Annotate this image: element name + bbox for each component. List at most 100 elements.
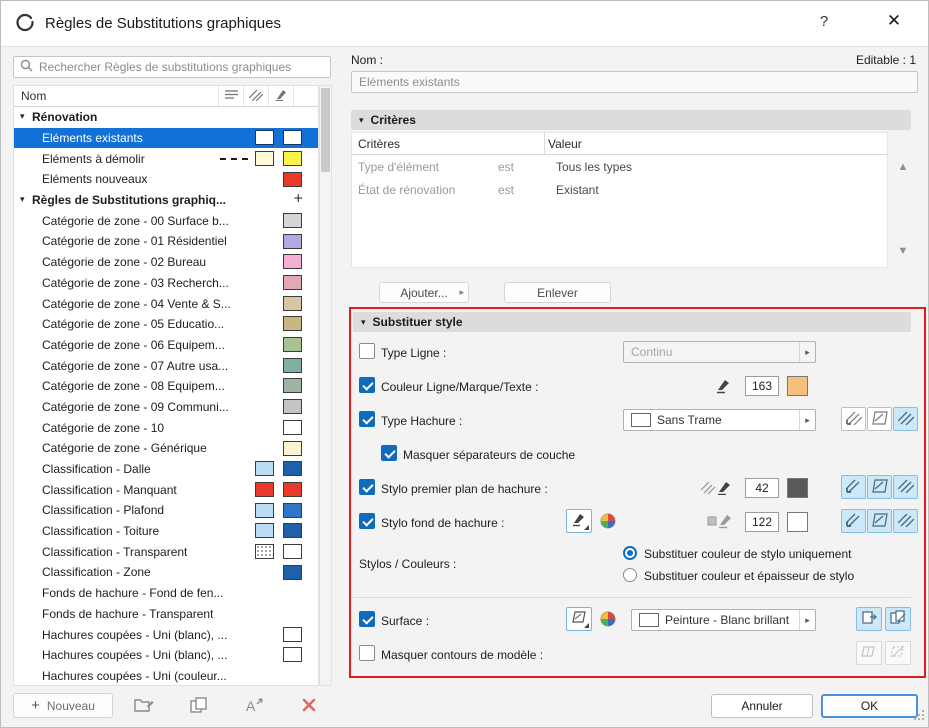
resize-grip[interactable] — [914, 710, 925, 724]
hide-model-contours-checkbox[interactable] — [359, 645, 375, 661]
help-button[interactable]: ? — [814, 13, 834, 30]
column-separator — [544, 133, 545, 155]
list-item-row[interactable]: Catégorie de zone - 05 Educatio... — [14, 314, 318, 335]
line-color-checkbox[interactable] — [359, 377, 375, 393]
fill-foreground-pen-checkbox[interactable] — [359, 479, 375, 495]
expand-triangle-icon[interactable]: ▾ — [20, 194, 25, 205]
background-apply-c-button[interactable] — [893, 509, 918, 533]
fill-column-header[interactable] — [243, 86, 268, 106]
duplicate-button[interactable] — [180, 694, 218, 718]
svg-text:A: A — [246, 698, 256, 713]
delete-button[interactable] — [290, 694, 328, 718]
search-icon — [20, 59, 33, 75]
close-button[interactable]: ✕ — [881, 11, 907, 31]
line-type-checkbox[interactable] — [359, 343, 375, 359]
titlebar: Règles de Substitutions graphiques — [1, 1, 928, 47]
background-pen-picker-button[interactable] — [566, 509, 592, 533]
color-wheel-icon[interactable] — [600, 513, 616, 532]
fill-foreground-pen-label: Stylo premier plan de hachure : — [381, 482, 548, 496]
dropdown-arrow-icon: ▸ — [799, 610, 815, 630]
surface-apply-all-button[interactable] — [885, 607, 911, 631]
background-pen-color-chip[interactable] — [787, 512, 808, 532]
list-item-row[interactable]: Eléments existants — [14, 127, 318, 149]
surface-checkbox[interactable] — [359, 611, 375, 627]
rename-button[interactable]: A — [235, 694, 273, 718]
list-item-row[interactable]: Eléments nouveaux — [14, 169, 318, 190]
search-input[interactable] — [39, 60, 324, 74]
rule-name: Catégorie de zone - 03 Recherch... — [42, 275, 229, 290]
foreground-apply-b-button[interactable] — [867, 475, 892, 499]
list-group-row[interactable]: ▾ Rénovation — [14, 107, 318, 128]
list-item-row[interactable]: Catégorie de zone - 02 Bureau — [14, 252, 318, 273]
list-item-row[interactable]: Catégorie de zone - 00 Surface b... — [14, 210, 318, 231]
surface-row: Surface : Peinture - Blanc brillant ▸ — [1, 607, 928, 633]
criterion-operator: est — [498, 183, 515, 197]
line-pen-number-field[interactable]: 163 — [745, 376, 779, 396]
name-column-header[interactable]: Nom — [14, 86, 218, 106]
fill-foreground-pen-row: Stylo premier plan de hachure : 42 — [1, 475, 928, 501]
fill-type-row: Type Hachure : Sans Trame ▸ — [1, 407, 928, 433]
linetype-icon — [224, 89, 239, 103]
list-item-row[interactable]: Catégorie de zone - 01 Résidentiel — [14, 231, 318, 252]
criterion-operator: est — [498, 160, 515, 174]
fill-orientation-fit-button[interactable] — [867, 407, 892, 431]
rule-name-input[interactable] — [351, 71, 918, 93]
fill-type-checkbox[interactable] — [359, 411, 375, 427]
criteria-section-header[interactable]: ▾ Critères — [351, 110, 911, 130]
foreground-apply-a-button[interactable] — [841, 475, 866, 499]
move-down-button[interactable]: ▼ — [893, 245, 913, 257]
list-item-row[interactable]: Catégorie de zone - 03 Recherch... — [14, 273, 318, 294]
foreground-pen-color-chip[interactable] — [787, 478, 808, 498]
surface-dropdown[interactable]: Peinture - Blanc brillant ▸ — [631, 609, 816, 631]
fill-orientation-distorted-button[interactable] — [893, 407, 918, 431]
new-folder-button[interactable] — [125, 694, 163, 718]
cancel-button[interactable]: Annuler — [711, 694, 813, 718]
surface-apply-cut-button[interactable] — [856, 607, 882, 631]
fill-type-dropdown[interactable]: Sans Trame ▸ — [623, 409, 816, 431]
hatch-variant-icon — [897, 479, 914, 496]
remove-criterion-button[interactable]: Enlever — [504, 282, 611, 303]
surface-picker-button[interactable] — [566, 607, 592, 631]
pen-color-only-radio[interactable] — [623, 546, 637, 560]
pen-column-header[interactable] — [268, 86, 293, 106]
ok-button[interactable]: OK — [821, 694, 918, 718]
expand-triangle-icon[interactable]: ▾ — [20, 111, 25, 122]
scrollbar-thumb[interactable] — [321, 88, 330, 172]
line-type-dropdown[interactable]: Continu ▸ — [623, 341, 816, 363]
ok-label: OK — [860, 699, 879, 713]
dropdown-arrow-icon: ▸ — [799, 410, 815, 430]
list-group-row[interactable]: ▾ Règles de Substitutions graphiq... + — [14, 190, 318, 211]
linetype-column-header[interactable] — [218, 86, 243, 106]
pen-color-weight-radio[interactable] — [623, 568, 637, 582]
color-swatch — [283, 295, 302, 311]
add-rule-button[interactable]: + — [294, 191, 303, 209]
list-item-row[interactable]: Eléments à démolir — [14, 148, 318, 169]
hide-skin-separators-checkbox[interactable] — [381, 445, 397, 461]
background-pen-number-field[interactable]: 122 — [745, 512, 779, 532]
surface-label: Surface : — [381, 614, 430, 628]
foreground-pen-number-field[interactable]: 42 — [745, 478, 779, 498]
hatch-distorted-icon — [897, 411, 914, 428]
contours-option-b-button[interactable] — [885, 641, 911, 665]
background-apply-a-button[interactable] — [841, 509, 866, 533]
fill-background-pen-label: Stylo fond de hachure : — [381, 516, 505, 530]
override-style-section-header[interactable]: ▾ Substituer style — [353, 312, 911, 332]
color-swatch — [255, 150, 274, 166]
fill-background-pen-checkbox[interactable] — [359, 513, 375, 529]
background-apply-b-button[interactable] — [867, 509, 892, 533]
contours-option-a-button[interactable] — [856, 641, 882, 665]
hatch-variant-icon — [845, 479, 862, 496]
add-criterion-button[interactable]: Ajouter... ▸ — [379, 282, 469, 303]
color-wheel-icon[interactable] — [600, 611, 616, 630]
search-box — [13, 56, 331, 78]
list-item-row[interactable]: Catégorie de zone - 04 Vente & S... — [14, 293, 318, 314]
hatch-variant-icon — [845, 513, 862, 530]
list-item-row[interactable]: Hachures coupées - Uni (couleur... — [14, 666, 318, 685]
pen-color-weight-label: Substituer couleur et épaisseur de stylo — [644, 569, 855, 583]
move-up-button[interactable]: ▲ — [893, 161, 913, 173]
new-rule-button[interactable]: + Nouveau — [13, 693, 113, 718]
foreground-apply-c-button[interactable] — [893, 475, 918, 499]
line-color-chip[interactable] — [787, 376, 808, 396]
fill-orientation-project-button[interactable] — [841, 407, 866, 431]
line-type-row: Type Ligne : Continu ▸ — [1, 339, 928, 365]
